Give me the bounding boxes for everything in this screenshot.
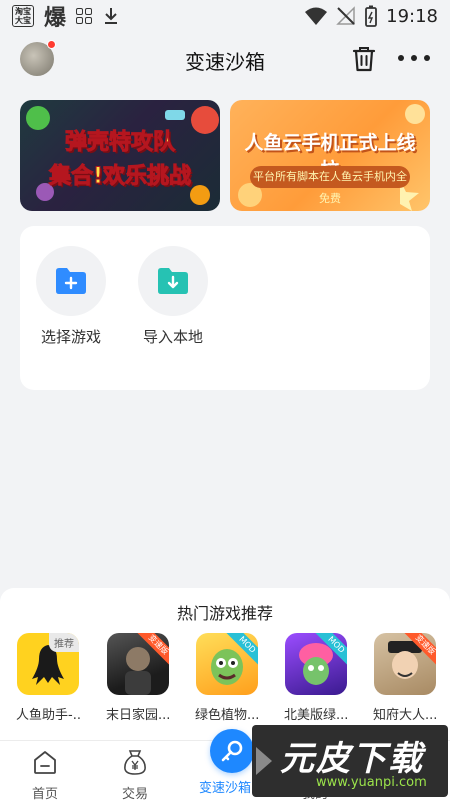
game-item[interactable]: 变速版 末日家园...: [106, 633, 170, 723]
more-icon[interactable]: [398, 46, 430, 70]
status-bar: 淘宝大宝 爆 19:18: [0, 0, 450, 32]
game-name: 人鱼助手-...: [16, 708, 80, 723]
game-name: 北美版绿...: [284, 708, 348, 723]
folder-download-icon: [158, 268, 188, 294]
actions-card: 选择游戏 导入本地: [20, 226, 430, 390]
no-signal-icon: [336, 6, 355, 25]
game-icon: MOD: [196, 633, 258, 695]
page-title: 变速沙箱: [185, 50, 265, 74]
nav-item-home[interactable]: 首页: [5, 747, 85, 800]
grid-icon: [76, 8, 93, 24]
status-right: 19:18: [304, 5, 438, 27]
watermark-url: www.yuanpi.com: [316, 775, 427, 790]
nav-center-button: [210, 729, 254, 773]
game-icon: 变速版: [107, 633, 169, 695]
action-label: 选择游戏: [40, 328, 101, 346]
game-item[interactable]: 变速版 知府大人...: [373, 633, 437, 723]
game-tag: 推荐: [49, 633, 79, 652]
game-item[interactable]: MOD 绿色植物...: [195, 633, 259, 723]
wifi-icon: [305, 7, 328, 25]
banner-game-event[interactable]: 弹壳特攻队 集合!欢乐挑战: [20, 100, 220, 211]
game-name: 知府大人...: [373, 708, 437, 723]
folder-plus-icon: [56, 268, 86, 294]
key-icon: [221, 740, 243, 762]
clock: 19:18: [386, 5, 438, 27]
app-badge-icon: 淘宝大宝: [12, 5, 34, 27]
nav-item-trade[interactable]: 交易: [95, 747, 175, 800]
action-circle: [138, 246, 208, 316]
home-icon: [34, 751, 56, 774]
game-name: 绿色植物...: [195, 708, 259, 723]
game-item[interactable]: 推荐 人鱼助手-...: [16, 633, 80, 723]
action-label: 导入本地: [142, 328, 203, 346]
battery-icon: [365, 5, 378, 27]
download-icon: [105, 8, 118, 24]
banner-line-1: 弹壳特攻队: [64, 130, 175, 156]
nav-label: 首页: [31, 787, 58, 800]
nav-label: 交易: [121, 787, 148, 800]
banner-line-2: 集合!欢乐挑战: [48, 164, 192, 190]
watermark: 元皮下载 www.yuanpi.com: [252, 725, 448, 797]
import-local-button[interactable]: 导入本地: [137, 246, 209, 347]
hot-games-title: 热门游戏推荐: [176, 604, 273, 623]
banner-cloud-phone[interactable]: 人鱼云手机正式上线拉 平台所有脚本在人鱼云手机内全免费: [230, 100, 430, 211]
bao-icon: 爆: [44, 6, 67, 31]
watermark-arrow-icon: [256, 747, 272, 775]
game-icon: 变速版: [374, 633, 436, 695]
hot-games-panel: 热门游戏推荐 推荐 人鱼助手-... 变速版 末日家园... MOD 绿色植物.…: [0, 588, 450, 740]
money-bag-icon: [124, 750, 146, 775]
select-game-button[interactable]: 选择游戏: [35, 246, 107, 347]
status-left: 淘宝大宝 爆: [12, 0, 120, 32]
app-header: 变速沙箱: [0, 34, 450, 84]
action-circle: [36, 246, 106, 316]
game-icon: 推荐: [17, 633, 79, 695]
game-icon: MOD: [285, 633, 347, 695]
game-name: 末日家园...: [106, 708, 170, 723]
game-item[interactable]: MOD 北美版绿...: [284, 633, 348, 723]
watermark-text: 元皮下载: [280, 739, 424, 779]
trash-icon[interactable]: [350, 45, 378, 73]
banner-subtitle: 平台所有脚本在人鱼云手机内全免费: [250, 166, 410, 205]
